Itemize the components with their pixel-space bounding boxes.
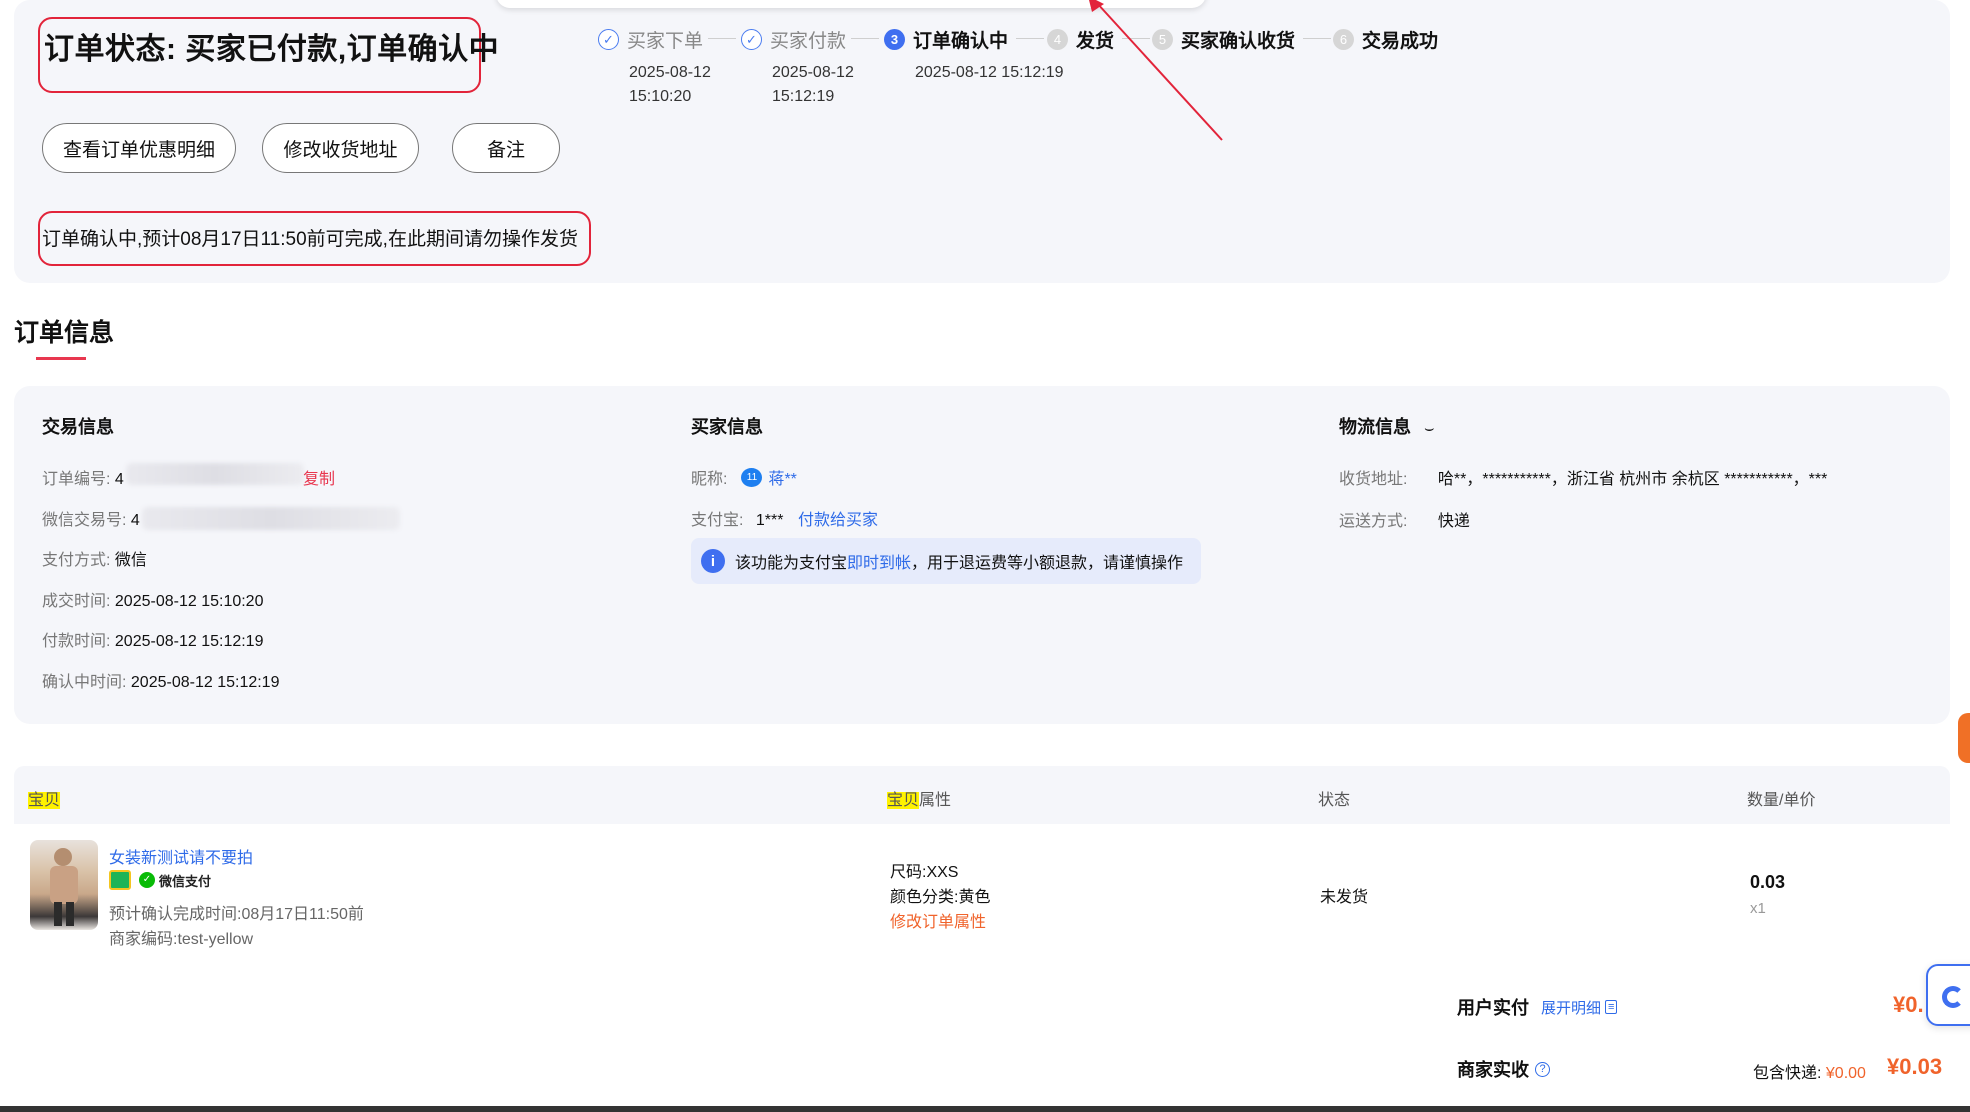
step-date: 2025-08-12 15:12:19 [772,64,854,105]
chat-icon[interactable]: 11 [741,467,763,487]
step-number-icon: 3 [884,29,905,50]
shipping-method-row: 运送方式: 快递 [1339,513,1470,530]
bottom-bar [0,1106,1970,1112]
step-connector [708,38,736,39]
redacted-wechat-number [142,507,400,530]
info-icon: i [701,549,725,573]
quantity: x1 [1750,900,1766,917]
wechat-pay-icon: ✓ [139,872,155,888]
check-icon: ✓ [741,29,762,50]
user-paid-row: 用户实付 展开明细 ≡ [1457,994,1618,1020]
section-underline [36,357,86,360]
modify-attr-link[interactable]: 修改订单属性 [890,908,986,932]
step-success: 6 交易成功 [1333,26,1438,53]
item-status: 未发货 [1320,889,1369,906]
logistics-info-title: 物流信息 ⌣ [1339,417,1435,437]
detail-icon[interactable]: ≡ [1605,1000,1618,1014]
th-attr: 宝贝属性 [887,792,952,809]
step-connector [1303,38,1331,39]
check-icon: ✓ [598,29,619,50]
step-date: 2025-08-12 15:12:19 [915,64,1064,81]
eye-closed-icon[interactable]: ⌣ [1424,420,1435,437]
copy-link[interactable]: 复制 [303,465,335,489]
help-icon[interactable]: ? [1535,1061,1550,1077]
address-row: 收货地址: 哈**，***********，浙江省 杭州市 余杭区 ******… [1339,471,1828,488]
buyer-info-title: 买家信息 [691,417,763,437]
modify-address-button[interactable]: 修改收货地址 [262,123,419,173]
redacted-order-number [126,463,304,485]
order-status-title: 订单状态: 买家已付款,订单确认中 [44,33,500,66]
order-info-title: 订单信息 [14,319,115,347]
pay-time-row: 付款时间: 2025-08-12 15:12:19 [42,633,264,650]
merchant-received-amount: ¥0.03 [1887,1054,1943,1079]
table-header-bg [14,766,1950,824]
step-number-icon: 4 [1047,29,1068,50]
step-date: 2025-08-12 15:10:20 [629,64,711,105]
step-buyer-order: ✓ 买家下单 [598,26,703,53]
attr-size: 尺码:XXS [890,864,959,881]
wechat-number-row: 微信交易号: 4 [42,512,140,529]
view-discount-button[interactable]: 查看订单优惠明细 [42,123,236,173]
step-number-icon: 6 [1333,29,1354,50]
expand-detail-link[interactable]: 展开明细 [1541,997,1601,1018]
th-qty-price: 数量/单价 [1747,792,1816,809]
step-buyer-pay: ✓ 买家付款 [741,26,846,53]
pay-to-buyer-link[interactable]: 付款给买家 [798,512,878,529]
pay-method-row: 支付方式: 微信 [42,552,147,569]
assistant-icon[interactable] [1926,964,1970,1026]
th-status: 状态 [1318,792,1351,809]
step-connector [1016,38,1044,39]
merchant-code: 商家编码:test-yellow [109,931,254,948]
confirm-time-row: 确认中时间: 2025-08-12 15:12:19 [42,674,280,691]
attr-color: 颜色分类:黄色 [890,889,991,906]
remark-button[interactable]: 备注 [452,123,560,173]
floating-side-tab[interactable] [1958,713,1970,763]
unit-price: 0.03 [1750,872,1786,892]
deal-time-row: 成交时间: 2025-08-12 15:10:20 [42,593,264,610]
wechat-pay-badge: ✓ 微信支付 [139,871,211,890]
user-paid-amount: ¥0. [1893,992,1924,1017]
annotation-arrow [1089,0,1223,141]
trade-info-title: 交易信息 [42,417,114,437]
confirm-notice: 订单确认中,预计08月17日11:50前可完成,在此期间请勿操作发货 [42,229,578,250]
step-connector [851,38,879,39]
pay-badges: ✓ 微信支付 [109,870,211,890]
product-name-link[interactable]: 女装新测试请不要拍 [109,844,253,868]
confirm-complete-time: 预计确认完成时间:08月17日11:50前 [109,906,364,923]
alipay-tip: i 该功能为支付宝 即时到帐 ，用于退运费等小额退款，请谨慎操作 [691,538,1201,584]
step-confirming: 3 订单确认中 [884,26,1008,53]
alipay-row: 支付宝: 1*** 付款给买家 [691,512,878,529]
merchant-received-row: 商家实收 ? [1457,1056,1550,1082]
th-item: 宝贝 [28,792,61,809]
shipping-included: 包含快递: ¥0.00 [1753,1065,1866,1082]
shop-icon [109,870,131,890]
product-thumbnail[interactable] [30,840,98,930]
nickname-row: 昵称: 11 蒋** [691,465,797,489]
order-number-row: 订单编号: 4 [42,471,124,488]
